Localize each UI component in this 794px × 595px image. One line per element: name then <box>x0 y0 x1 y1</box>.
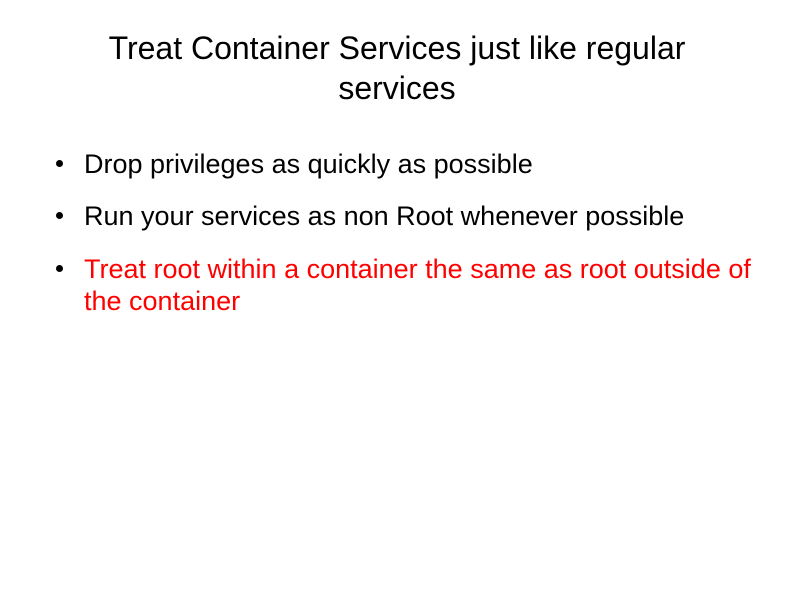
bullet-item: Drop privileges as quickly as possible <box>50 148 754 180</box>
slide-title: Treat Container Services just like regul… <box>97 28 697 108</box>
bullet-item: Treat root within a container the same a… <box>50 253 754 318</box>
bullet-list: Drop privileges as quickly as possible R… <box>40 148 754 318</box>
bullet-item: Run your services as non Root whenever p… <box>50 200 754 232</box>
